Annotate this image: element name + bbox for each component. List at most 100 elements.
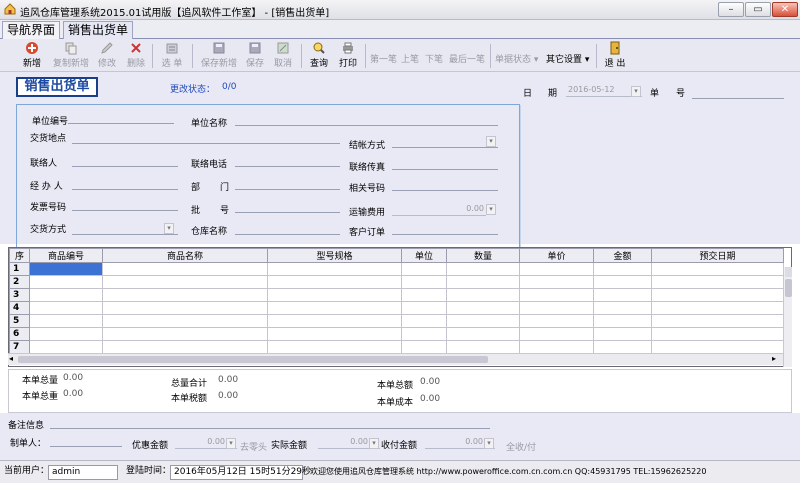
table-cell[interactable] [29,262,103,276]
items-grid[interactable]: 序 商品编号 商品名称 型号规格 单位 数量 单价 金额 预交日期 123456… [8,247,792,367]
table-cell[interactable] [519,327,594,341]
doc-status-menu[interactable]: 单据状态 ▾ [495,52,538,65]
related-no-field[interactable] [392,190,498,191]
column-header-due-date[interactable]: 预交日期 [651,248,784,263]
table-cell[interactable] [446,327,520,341]
paid-all-button[interactable]: 全收/付 [506,440,536,453]
table-cell[interactable] [519,288,594,302]
unit-code-field[interactable] [68,123,174,124]
table-cell[interactable] [267,288,402,302]
table-row[interactable]: 2 [9,275,784,289]
table-cell[interactable] [651,340,784,354]
column-header-product-code[interactable]: 商品编号 [29,248,103,263]
table-cell[interactable] [651,301,784,315]
settlement-dropdown-icon[interactable]: ▾ [486,136,496,147]
unit-name-field[interactable] [235,125,498,126]
table-row[interactable]: 5 [9,314,784,328]
exit-button[interactable]: 退 出 [602,41,628,71]
table-cell[interactable] [519,314,594,328]
table-cell[interactable] [29,275,103,289]
delete-button[interactable]: 删除 [125,41,147,71]
dept-field[interactable] [235,189,340,190]
column-header-unit-price[interactable]: 单价 [519,248,594,263]
received-amount-dropdown-icon[interactable]: ▾ [484,438,494,449]
next-record-button[interactable]: 下笔 [425,52,443,65]
table-cell[interactable] [102,275,268,289]
freight-field[interactable]: 0.00 [392,204,486,216]
doc-no-field[interactable] [692,98,784,99]
first-record-button[interactable]: 第一笔 [370,52,397,65]
table-cell[interactable] [267,262,402,276]
table-cell[interactable] [267,275,402,289]
table-cell[interactable] [267,327,402,341]
table-cell[interactable] [446,262,520,276]
table-cell[interactable] [519,340,594,354]
table-cell[interactable] [29,314,103,328]
edit-button[interactable]: 修改 [96,41,118,71]
table-cell[interactable] [401,327,447,341]
freight-dropdown-icon[interactable]: ▾ [486,204,496,215]
table-cell[interactable] [593,327,652,341]
table-cell[interactable] [401,288,447,302]
new-button[interactable]: 新增 [20,41,44,71]
date-dropdown-icon[interactable]: ▾ [631,86,641,97]
customer-order-field[interactable] [392,234,498,235]
table-cell[interactable] [401,314,447,328]
horizontal-scrollbar[interactable]: ◂ ▸ [8,353,783,365]
save-button[interactable]: 保存 [244,41,266,71]
table-cell[interactable] [593,314,652,328]
table-row[interactable]: 6 [9,327,784,341]
table-cell[interactable] [102,340,268,354]
table-cell[interactable] [102,327,268,341]
table-cell[interactable] [519,275,594,289]
cancel-button[interactable]: 取消 [272,41,294,71]
table-cell[interactable] [102,314,268,328]
round-off-button[interactable]: 去零头 [240,440,267,453]
table-row[interactable]: 3 [9,288,784,302]
save-new-button[interactable]: 保存新增 [200,41,238,71]
table-cell[interactable] [29,327,103,341]
table-row[interactable]: 1 [9,262,784,276]
table-cell[interactable] [401,275,447,289]
table-cell[interactable] [519,262,594,276]
table-cell[interactable] [446,314,520,328]
table-cell[interactable] [593,340,652,354]
table-cell[interactable] [29,340,103,354]
contact-fax-field[interactable] [392,169,498,170]
column-header-amount[interactable]: 金额 [593,248,652,263]
prev-record-button[interactable]: 上笔 [401,52,419,65]
actual-amount-dropdown-icon[interactable]: ▾ [369,438,379,449]
table-cell[interactable] [593,288,652,302]
handler-field[interactable] [72,189,178,190]
copy-new-button[interactable]: 复制新增 [52,41,90,71]
table-cell[interactable] [29,301,103,315]
other-settings-menu[interactable]: 其它设置 ▾ [546,52,589,65]
print-button[interactable]: 打印 [337,41,359,71]
scroll-right-icon[interactable]: ▸ [772,354,776,363]
table-cell[interactable] [593,275,652,289]
contact-phone-field[interactable] [235,166,340,167]
delivery-method-dropdown-icon[interactable]: ▾ [164,223,174,234]
settlement-field[interactable] [392,147,498,148]
tab-sales-delivery[interactable]: 销售出货单 [63,21,134,39]
scroll-thumb[interactable] [18,356,488,363]
maximize-button[interactable]: ▭ [745,2,771,17]
table-cell[interactable] [519,301,594,315]
delivery-address-field[interactable] [72,143,340,144]
table-cell[interactable] [446,288,520,302]
table-cell[interactable] [102,301,268,315]
invoice-no-field[interactable] [72,210,178,211]
select-order-button[interactable]: 选 单 [160,41,184,71]
column-header-seq[interactable]: 序 [9,248,30,263]
delivery-method-field[interactable] [72,234,178,235]
contact-field[interactable] [72,166,178,167]
table-row[interactable]: 7 [9,340,784,354]
table-cell[interactable] [401,262,447,276]
table-cell[interactable] [267,301,402,315]
table-cell[interactable] [446,340,520,354]
table-cell[interactable] [651,327,784,341]
discount-dropdown-icon[interactable]: ▾ [226,438,236,449]
vertical-scrollbar[interactable] [783,267,792,367]
maker-field[interactable] [50,446,122,447]
column-header-quantity[interactable]: 数量 [446,248,520,263]
